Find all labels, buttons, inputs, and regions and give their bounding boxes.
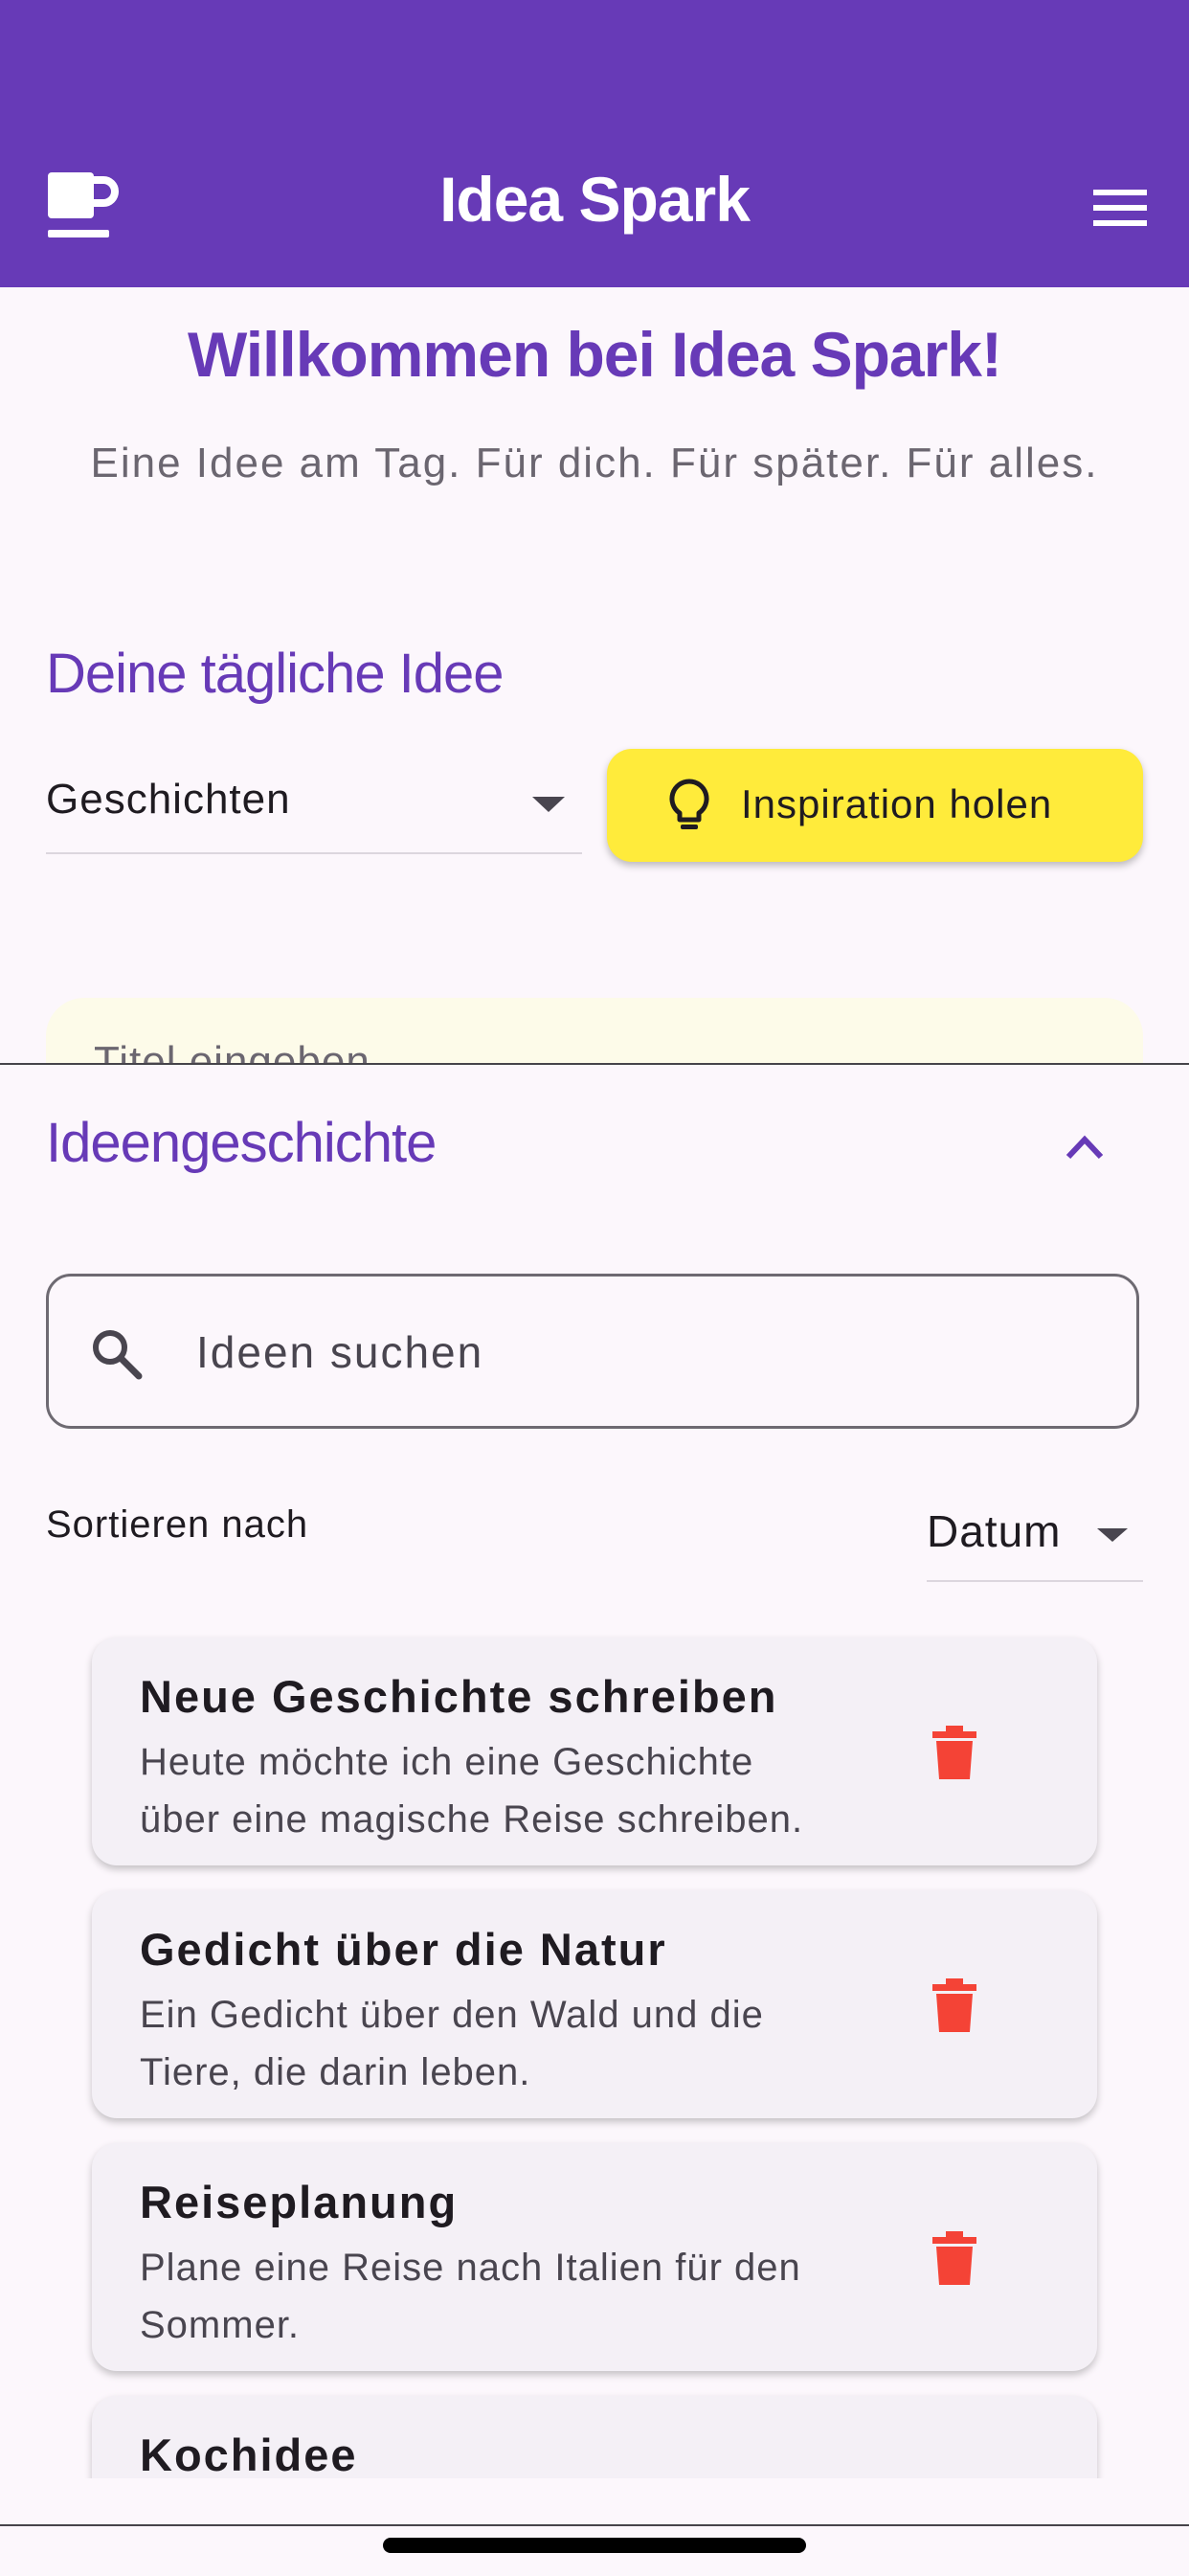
item-description: Plane eine Reise nach Italien für den So… bbox=[140, 2247, 801, 2346]
dropdown-arrow-icon bbox=[1097, 1528, 1128, 1542]
home-indicator[interactable] bbox=[383, 2538, 806, 2553]
delete-icon[interactable] bbox=[932, 2231, 976, 2285]
sort-dropdown[interactable]: Datum bbox=[927, 1486, 1143, 1582]
item-description: Heute möchte ich eine Geschichte über ei… bbox=[140, 1741, 804, 1841]
search-icon bbox=[93, 1330, 143, 1380]
item-description: Ein Gedicht über den Wald und die Tiere,… bbox=[140, 1994, 764, 2093]
item-title: Reiseplanung bbox=[140, 2177, 459, 2227]
daily-idea-title: Deine tägliche Idee bbox=[46, 643, 505, 705]
search-input[interactable] bbox=[194, 1319, 1060, 1386]
idea-history-list[interactable]: Neue Geschichte schreiben Heute möchte i… bbox=[0, 1624, 1189, 2478]
history-sheet: Ideengeschichte Sortieren nach Datum Neu… bbox=[0, 1063, 1189, 2530]
list-item[interactable]: Kochidee bbox=[92, 2396, 1097, 2478]
inspiration-button-label: Inspiration holen bbox=[741, 781, 1053, 826]
daily-idea-area: Willkommen bei Idea Spark! Eine Idee am … bbox=[0, 287, 1189, 1063]
history-title: Ideengeschichte bbox=[46, 1112, 437, 1174]
lightbulb-icon bbox=[669, 779, 709, 829]
list-item[interactable]: Reiseplanung Plane eine Reise nach Itali… bbox=[92, 2143, 1097, 2371]
delete-icon[interactable] bbox=[932, 1978, 976, 2032]
chevron-up-icon[interactable] bbox=[1063, 1132, 1107, 1161]
category-dropdown[interactable]: Geschichten bbox=[46, 753, 582, 854]
sort-dropdown-value: Datum bbox=[927, 1506, 1062, 1556]
dropdown-arrow-icon bbox=[532, 797, 565, 812]
sort-label: Sortieren nach bbox=[46, 1503, 309, 1546]
welcome-title: Willkommen bei Idea Spark! bbox=[188, 319, 1002, 390]
inspiration-button[interactable]: Inspiration holen bbox=[607, 749, 1143, 862]
hamburger-menu-icon[interactable] bbox=[1091, 188, 1149, 228]
item-title: Kochidee bbox=[140, 2429, 358, 2478]
search-field[interactable] bbox=[46, 1274, 1139, 1429]
category-dropdown-value: Geschichten bbox=[46, 776, 291, 823]
delete-icon[interactable] bbox=[932, 1726, 976, 1779]
item-title: Gedicht über die Natur bbox=[140, 1924, 667, 1975]
idea-title-field[interactable]: Titel eingeben bbox=[94, 1038, 370, 1063]
daily-idea-card: Titel eingeben bbox=[46, 998, 1143, 1063]
item-title: Neue Geschichte schreiben bbox=[140, 1671, 778, 1722]
list-item[interactable]: Neue Geschichte schreiben Heute möchte i… bbox=[92, 1638, 1097, 1865]
list-item[interactable]: Gedicht über die Natur Ein Gedicht über … bbox=[92, 1890, 1097, 2118]
app-bar: Idea Spark bbox=[0, 0, 1189, 287]
welcome-subtitle: Eine Idee am Tag. Für dich. Für später. … bbox=[90, 440, 1099, 486]
app-title: Idea Spark bbox=[439, 164, 751, 235]
